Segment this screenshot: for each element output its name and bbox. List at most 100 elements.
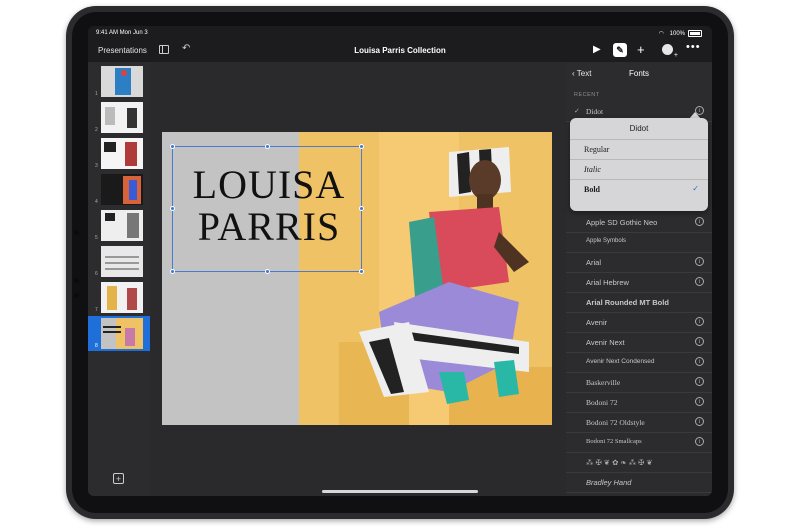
sensor-dot	[74, 278, 79, 283]
slide-thumbnail-image	[101, 66, 143, 97]
slide-thumbnail-4[interactable]: 4	[88, 172, 150, 207]
slide-number: 3	[95, 163, 98, 169]
style-name: Italic	[584, 165, 601, 174]
slide-number: 8	[95, 343, 98, 349]
font-row[interactable]: Apple SD Gothic Neo i	[566, 213, 712, 233]
slide-thumbnail-image	[101, 318, 143, 349]
plus-icon[interactable]: +	[637, 42, 645, 57]
font-name: Didot	[586, 107, 604, 116]
home-indicator[interactable]	[322, 490, 478, 493]
slide-thumbnail-3[interactable]: 3	[88, 136, 150, 171]
resize-handle[interactable]	[359, 144, 364, 149]
slide[interactable]: LOUISA PARRIS	[162, 132, 552, 425]
resize-handle[interactable]	[265, 269, 270, 274]
font-row[interactable]: Bodoni 72 i	[566, 393, 712, 413]
symbol-font-preview-icon: ⁂✠❦✿❧⁂✠❦	[586, 458, 655, 467]
style-option-regular[interactable]: Regular	[570, 139, 708, 159]
document-title: Louisa Parris Collection	[354, 46, 446, 55]
checkmark-icon: ✓	[574, 108, 580, 115]
font-name: Apple Symbols	[586, 238, 627, 244]
slide-thumbnail-image	[101, 174, 143, 205]
font-name: Avenir Next Condensed	[586, 358, 655, 365]
font-row[interactable]: Bodoni 72 Oldstyle i	[566, 413, 712, 433]
font-name: Avenir	[586, 318, 608, 327]
text-back-button[interactable]: ‹ Text	[572, 69, 591, 78]
more-icon[interactable]: •••	[686, 41, 701, 53]
slide-thumbnail-7[interactable]: 7	[88, 280, 150, 315]
slide-thumbnail-6[interactable]: 6	[88, 244, 150, 279]
font-name: Baskerville	[586, 378, 621, 387]
font-row[interactable]: Apple Symbols	[566, 233, 712, 253]
recent-section-label: RECENT	[574, 92, 600, 98]
status-bar: 9:41 AM Mon Jun 3 ◠ 100%	[88, 26, 712, 40]
slide-navigator: 1 2 3 4 5 6 7 8 +	[88, 62, 150, 496]
font-name: Bodoni 72 Smallcaps	[586, 438, 642, 445]
fonts-panel-title: Fonts	[628, 69, 649, 78]
resize-handle[interactable]	[265, 144, 270, 149]
slide-thumbnail-image	[101, 210, 143, 241]
font-row[interactable]: Bodoni 72 Smallcaps i	[566, 433, 712, 453]
font-row[interactable]: Baskerville i	[566, 373, 712, 393]
slide-thumbnail-image	[101, 282, 143, 313]
style-name: Bold	[584, 185, 601, 194]
info-icon[interactable]: i	[695, 417, 704, 426]
slide-thumbnail-1[interactable]: 1	[88, 64, 150, 99]
presentations-back-button[interactable]: Presentations	[98, 46, 147, 55]
font-style-popover: Didot Regular Italic Bold ✓	[570, 118, 708, 211]
slide-thumbnail-image	[101, 246, 143, 277]
style-option-bold[interactable]: Bold ✓	[570, 179, 708, 199]
text-back-label: Text	[576, 69, 592, 78]
font-name: Bodoni 72	[586, 398, 618, 407]
resize-handle[interactable]	[359, 269, 364, 274]
undo-icon[interactable]: ↶	[182, 43, 190, 54]
slide-thumbnail-8[interactable]: 8	[88, 316, 150, 351]
resize-handle[interactable]	[170, 269, 175, 274]
slide-number: 5	[95, 235, 98, 241]
font-name: Avenir Next	[586, 338, 625, 347]
font-name: Bradley Hand	[586, 478, 632, 487]
battery-percent: 100%	[669, 30, 685, 37]
info-icon[interactable]: i	[695, 217, 704, 226]
slide-number: 4	[95, 199, 98, 205]
info-icon[interactable]: i	[695, 377, 704, 386]
sidebar-toggle-icon[interactable]	[159, 45, 169, 54]
font-row[interactable]: Arial Rounded MT Bold	[566, 293, 712, 313]
slide-canvas[interactable]: LOUISA PARRIS	[150, 62, 566, 496]
font-name: Arial	[586, 258, 602, 267]
font-name: Bodoni 72 Oldstyle	[586, 418, 645, 427]
status-right: ◠ 100%	[659, 30, 702, 37]
info-icon[interactable]: i	[695, 317, 704, 326]
style-option-italic[interactable]: Italic	[570, 159, 708, 179]
slide-thumbnail-2[interactable]: 2	[88, 100, 150, 135]
font-row[interactable]: Avenir i	[566, 313, 712, 333]
font-row[interactable]: Arial Hebrew i	[566, 273, 712, 293]
slide-thumbnail-5[interactable]: 5	[88, 208, 150, 243]
info-icon[interactable]: i	[695, 257, 704, 266]
resize-handle[interactable]	[170, 144, 175, 149]
info-icon[interactable]: i	[695, 357, 704, 366]
resize-handle[interactable]	[170, 206, 175, 211]
info-icon[interactable]: i	[695, 397, 704, 406]
resize-handle[interactable]	[359, 206, 364, 211]
info-icon[interactable]: i	[695, 277, 704, 286]
font-row[interactable]: Avenir Next Condensed i	[566, 353, 712, 373]
slide-thumbnail-image	[101, 138, 143, 169]
paintbrush-icon[interactable]: ✎	[613, 43, 627, 57]
font-row[interactable]: ⁂✠❦✿❧⁂✠❦	[566, 453, 712, 473]
slide-thumbnail-image	[101, 102, 143, 133]
collaborate-icon[interactable]	[662, 44, 678, 59]
play-icon[interactable]: ▶	[593, 44, 601, 55]
info-icon[interactable]: i	[695, 437, 704, 446]
font-name: Apple SD Gothic Neo	[586, 218, 658, 227]
add-slide-icon[interactable]: +	[113, 473, 124, 484]
text-selection-box[interactable]	[170, 144, 364, 274]
font-row[interactable]: Avenir Next i	[566, 333, 712, 353]
style-name: Regular	[584, 145, 610, 154]
toolbar: Presentations ↶ Louisa Parris Collection…	[88, 40, 712, 62]
info-icon[interactable]: i	[695, 337, 704, 346]
font-row[interactable]: Bradley Hand	[566, 473, 712, 493]
font-row[interactable]: Arial i	[566, 253, 712, 273]
checkmark-icon: ✓	[692, 184, 699, 193]
battery-icon	[688, 30, 702, 37]
sensor-dot	[74, 293, 79, 298]
